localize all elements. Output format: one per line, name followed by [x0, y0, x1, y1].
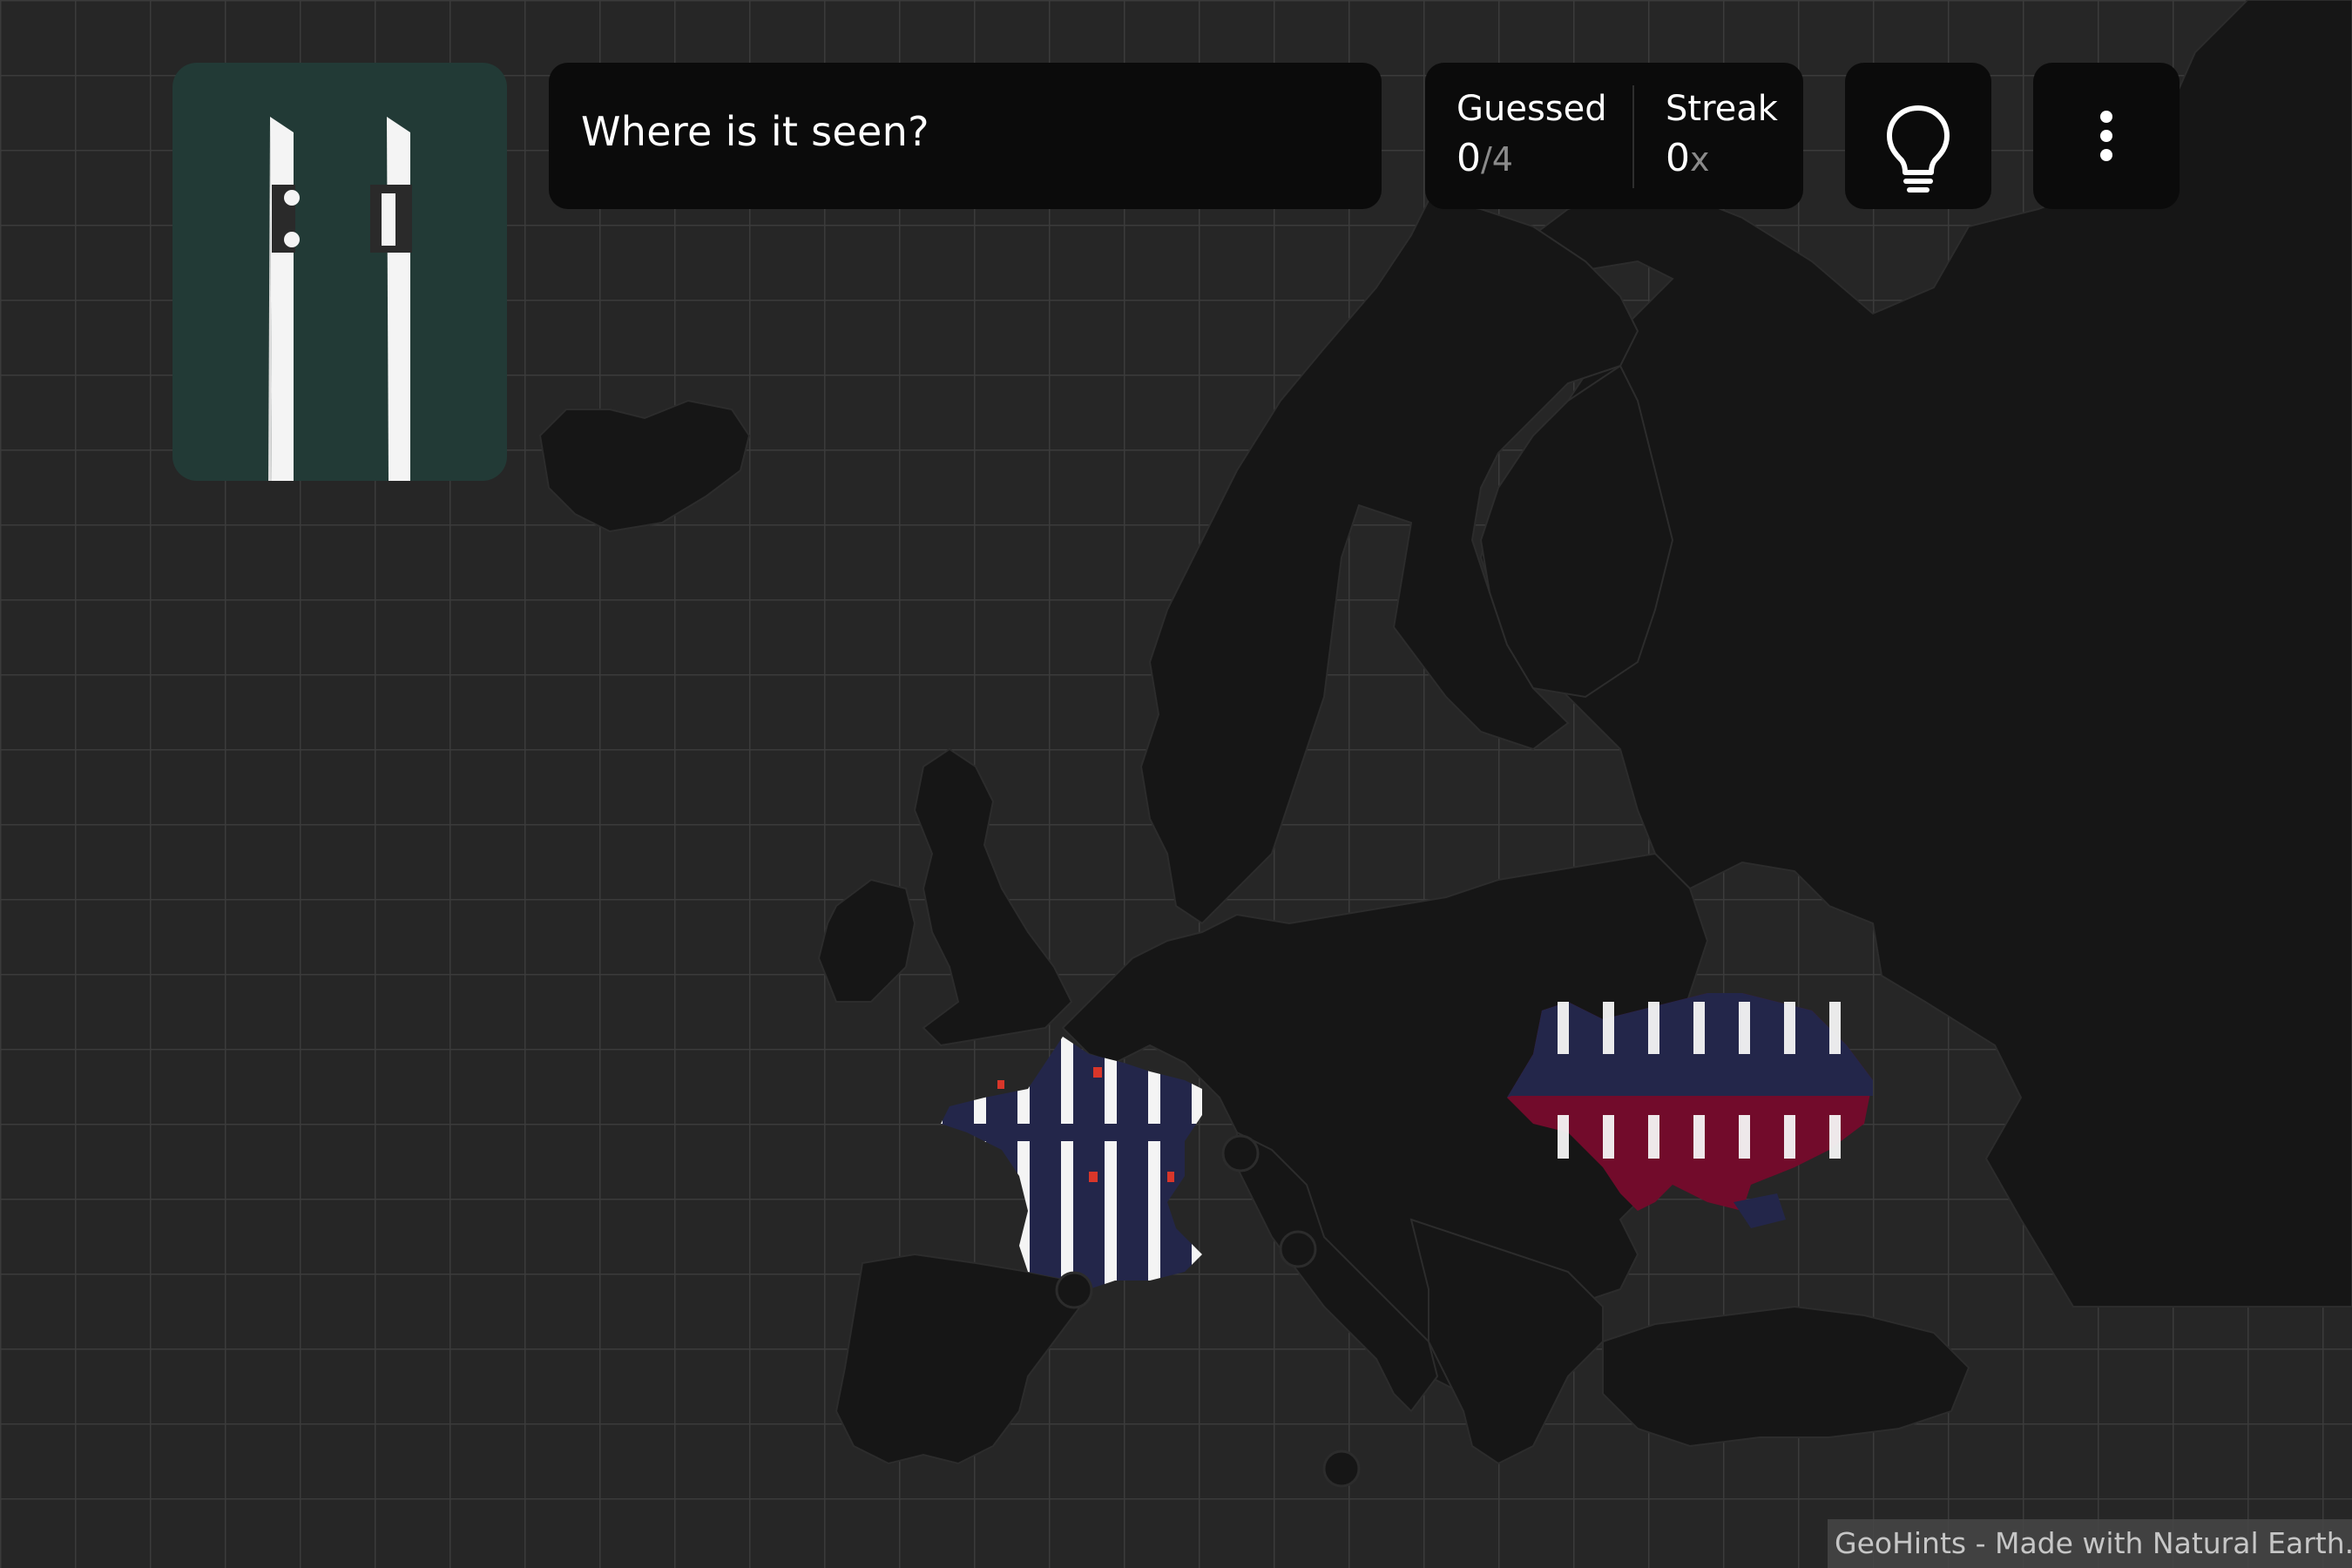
streak-suffix: x	[1690, 140, 1710, 179]
hint-button[interactable]	[1845, 63, 1991, 209]
guessed-stat: Guessed 0/4	[1456, 89, 1607, 180]
more-vertical-icon	[2100, 111, 2112, 161]
streak-stat: Streak 0x	[1666, 89, 1778, 180]
streak-label: Streak	[1666, 89, 1778, 129]
map-marker	[1221, 1134, 1260, 1173]
stats-panel: Guessed 0/4 Streak 0x	[1425, 63, 1803, 209]
guessed-value: 0/4	[1456, 136, 1607, 180]
map-marker	[1055, 1271, 1093, 1309]
guessed-total: /4	[1481, 140, 1513, 179]
streak-count: 0	[1666, 136, 1690, 180]
hint-image-card	[172, 63, 507, 481]
game-screen: Where is it seen? Guessed 0/4 Streak 0x …	[0, 0, 2352, 1568]
guessed-label: Guessed	[1456, 89, 1607, 129]
map-marker	[1322, 1450, 1361, 1488]
question-text: Where is it seen?	[581, 108, 929, 155]
attribution[interactable]: GeoHints - Made with Natural Earth.	[1828, 1519, 2352, 1568]
guessed-count: 0	[1456, 136, 1481, 180]
bollard-posts-icon	[268, 117, 412, 481]
question-bar: Where is it seen?	[549, 63, 1382, 209]
map-marker	[1279, 1230, 1317, 1268]
stats-divider	[1632, 85, 1634, 188]
streak-value: 0x	[1666, 136, 1778, 180]
lightbulb-icon	[1887, 105, 1950, 193]
more-menu-button[interactable]	[2033, 63, 2180, 209]
